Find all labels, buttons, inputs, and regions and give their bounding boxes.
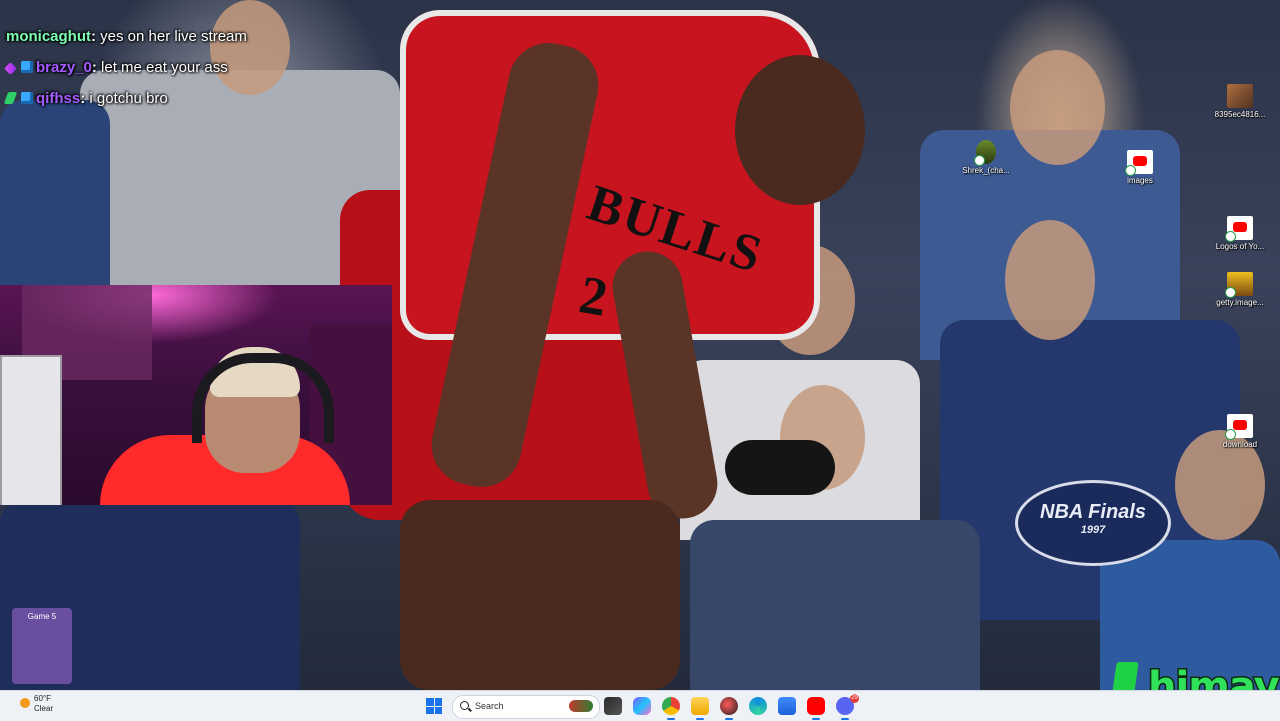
sync-check-icon (974, 155, 985, 166)
headphones-icon (192, 353, 334, 443)
start-button[interactable] (426, 698, 442, 714)
streamer-webcam (0, 285, 392, 505)
crowd-face (1010, 50, 1105, 165)
chat-text: i gotchu bro (89, 90, 168, 107)
chat-username: qifhss (36, 90, 81, 107)
crowd-person (0, 100, 110, 290)
store-icon[interactable] (778, 697, 796, 715)
desktop-icon-label: getty.image... (1216, 298, 1264, 307)
desktop-icon-label: Logos of Yo... (1215, 242, 1265, 251)
youtube-icon (1225, 216, 1253, 242)
player-head (735, 55, 865, 205)
chat-message: monicaghut: yes on her live stream (6, 26, 247, 57)
sword-badge-icon (4, 62, 17, 75)
chat-message: qifhss: i gotchu bro (3, 88, 247, 119)
taskbar-search-box[interactable]: Search (452, 695, 600, 719)
red-app-icon[interactable] (720, 697, 738, 720)
desktop-icon-image-8395[interactable]: 8395ec4816... (1210, 84, 1270, 119)
task-view-icon[interactable] (604, 697, 622, 715)
desktop-icon-download[interactable]: download (1210, 414, 1270, 449)
credential-badge: Game 5 (12, 608, 72, 684)
copilot-icon[interactable] (633, 697, 651, 715)
nba-finals-patch-year: 1997 (1080, 524, 1106, 536)
image-icon (1227, 84, 1253, 108)
desktop-icon-logos[interactable]: Logos of Yo... (1210, 216, 1270, 251)
chat-username: brazy_0 (36, 59, 92, 76)
youtube-icon (1225, 414, 1253, 440)
windows-logo-quad (434, 706, 442, 714)
basketball-player: BULLS 2 (340, 0, 870, 690)
desktop-icon-getty[interactable]: getty.image... (1210, 272, 1270, 307)
taskbar: 60°F Clear Search 29 (0, 690, 1280, 721)
youtube-icon (1125, 150, 1153, 176)
sync-check-icon (1225, 287, 1236, 298)
image-icon (1225, 272, 1253, 298)
cube-badge-icon (21, 61, 33, 73)
sync-check-icon (1225, 231, 1236, 242)
webcam-monitor (0, 355, 62, 505)
desktop-icon-label: Shrek_(cha... (962, 166, 1010, 175)
weather-text: 60°F Clear (34, 694, 53, 714)
desktop-icon-label: 8395ec4816... (1214, 110, 1266, 119)
chat-text: yes on her live stream (100, 28, 247, 45)
nba-finals-patch: NBA Finals 1997 (1015, 480, 1171, 566)
desktop-icon-images[interactable]: images (1110, 150, 1170, 185)
desktop-icon-shrek[interactable]: Shrek_(cha... (956, 140, 1016, 175)
shrek-icon (974, 140, 996, 166)
weather-temp: 60°F (34, 694, 51, 703)
sync-check-icon (1125, 165, 1136, 176)
sync-check-icon (1225, 429, 1236, 440)
chat-separator: : (91, 28, 96, 45)
chat-username: monicaghut (6, 28, 91, 45)
crowd-face (1005, 220, 1095, 340)
desktop-icon-label: download (1222, 440, 1258, 449)
cube-badge-icon (21, 92, 33, 104)
nba-finals-patch-text: NBA Finals (1040, 501, 1146, 523)
file-explorer-icon[interactable] (691, 697, 709, 720)
chrome-icon[interactable] (662, 697, 680, 720)
chat-text: let me eat your ass (101, 59, 228, 76)
chat-overlay: monicaghut: yes on her live stream brazy… (3, 26, 247, 119)
credential-badge-text: Game 5 (27, 612, 57, 621)
windows-logo-quad (426, 706, 434, 714)
green-badge-icon (3, 92, 18, 104)
windows-logo-quad (426, 698, 434, 706)
desktop-icon-label: images (1127, 176, 1153, 185)
player-legs (400, 500, 680, 690)
discord-icon[interactable]: 29 (836, 694, 859, 720)
youtube-taskbar-icon[interactable] (807, 697, 825, 720)
search-placeholder: Search (475, 701, 504, 711)
weather-moon-icon (20, 698, 30, 708)
edge-icon[interactable] (749, 697, 767, 715)
chat-message: brazy_0: let me eat your ass (4, 57, 247, 88)
search-icon (460, 701, 469, 710)
discord-notification-badge: 29 (850, 694, 859, 703)
search-highlight-icon (569, 700, 593, 712)
chat-separator: : (91, 59, 97, 76)
windows-logo-quad (434, 698, 442, 706)
chat-separator: : (80, 90, 86, 107)
weather-condition: Clear (34, 704, 54, 713)
